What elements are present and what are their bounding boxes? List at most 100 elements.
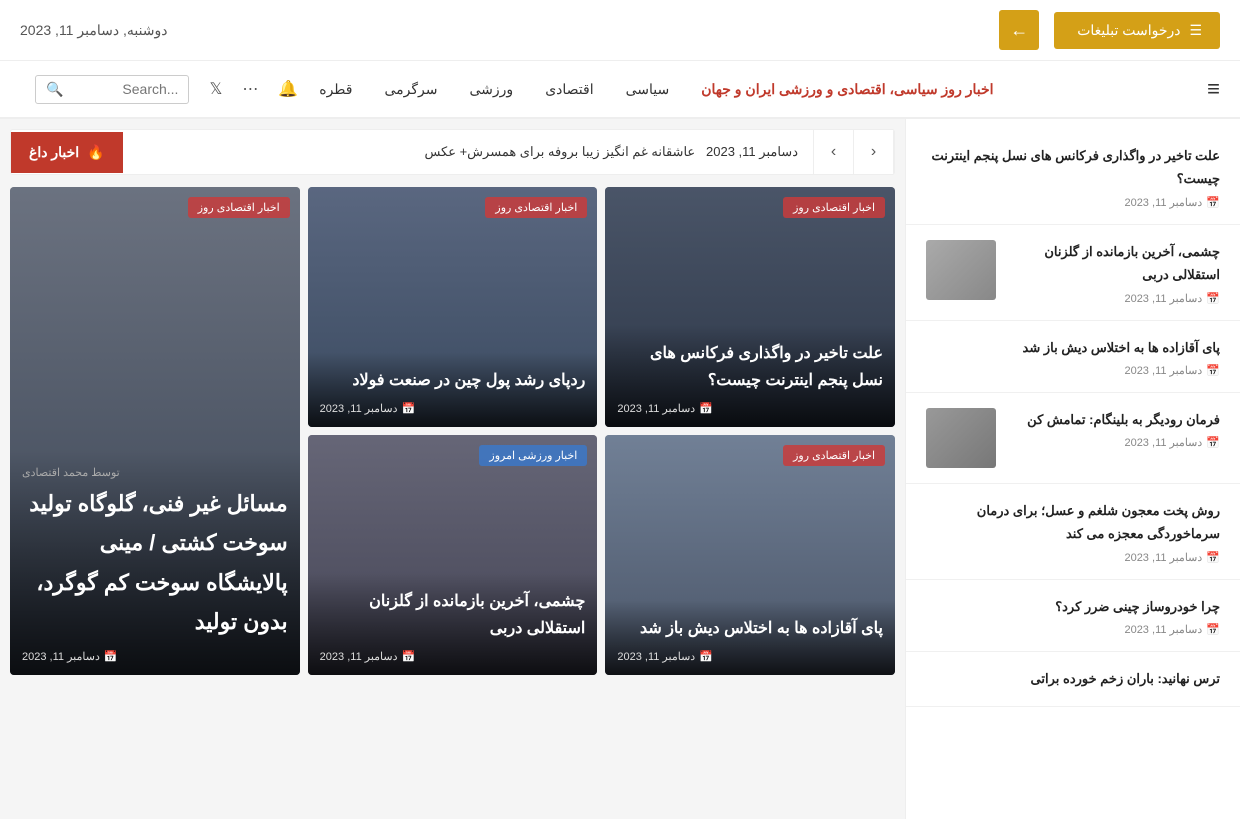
breaking-label-text: اخبار داغ (29, 144, 79, 161)
breaking-date: دسامبر 11, 2023 (706, 144, 798, 159)
card-date-5: 📅 دسامبر 11, 2023 (320, 650, 586, 663)
breaking-news-text: دسامبر 11, 2023 عاشقانه غم انگیز زیبا بر… (123, 132, 813, 172)
nav-link-politics[interactable]: سیاسی (610, 63, 686, 116)
sidebar-article-date: 📅 دسامبر 11, 2023 (1006, 436, 1220, 449)
sidebar-article-date: 📅 دسامبر 11, 2023 (1006, 292, 1220, 305)
card-title-1: علت تاخیر در واگذاری فرکانس های نسل پنجم… (617, 340, 883, 394)
search-button[interactable]: 🔍 (46, 81, 63, 98)
sidebar-article-title: علت تاخیر در واگذاری فرکانس های نسل پنجم… (926, 144, 1220, 191)
nav-link-entertainment[interactable]: سرگرمی (369, 63, 454, 116)
share-icon[interactable]: ⋯ (237, 71, 263, 107)
nav-links: اخبار روز سیاسی، اقتصادی و ورزشی ایران و… (303, 63, 1009, 116)
category-tag-1: اخبار اقتصادی روز (783, 197, 885, 218)
card-overlay-3: توسط محمد اقتصادی مسائل غیر فنی، گلوگاه … (10, 451, 300, 675)
bell-icon[interactable]: 🔔 (273, 71, 303, 107)
calendar-icon: 📅 (402, 650, 416, 663)
sidebar-article-title: پای آقازاده ها به اختلاس دیش باز شد (926, 336, 1220, 359)
sidebar-article-title: چرا خودروساز چینی ضرر کرد؟ (926, 595, 1220, 618)
calendar-icon: 📅 (1206, 292, 1220, 305)
card-date-4: 📅 دسامبر 11, 2023 (617, 650, 883, 663)
sidebar-article-content: علت تاخیر در واگذاری فرکانس های نسل پنجم… (926, 144, 1220, 209)
breaking-prev-button[interactable]: ‹ (853, 130, 893, 174)
card-overlay-4: پای آقازاده ها به اختلاس دیش باز شد 📅 دس… (605, 600, 895, 675)
card-title-4: پای آقازاده ها به اختلاس دیش باز شد (617, 615, 883, 642)
main-layout: علت تاخیر در واگذاری فرکانس های نسل پنجم… (0, 119, 1240, 819)
card-overlay-5: چشمی، آخرین بازمانده از گلزنان استقلالی … (308, 573, 598, 675)
top-bar: ☰ درخواست تبلیغات ← دوشنبه, دسامبر 11, 2… (0, 0, 1240, 61)
calendar-icon: 📅 (104, 650, 118, 663)
search-box: 🔍 (35, 75, 189, 104)
news-card-1[interactable]: اخبار اقتصادی روز علت تاخیر در واگذاری ف… (605, 187, 895, 427)
sidebar-article-date: 📅 دسامبر 11, 2023 (926, 551, 1220, 564)
card-title-2: ردپای رشد پول چین در صنعت فولاد (320, 367, 586, 394)
nav-link-drop[interactable]: قطره (303, 63, 368, 116)
card-author-3: توسط محمد اقتصادی (22, 466, 288, 479)
list-item[interactable]: چشمی، آخرین بازمانده از گلزنان استقلالی … (906, 225, 1240, 321)
sidebar-article-title: ترس نهانید: باران زخم خورده براتی (926, 667, 1220, 690)
news-card-4[interactable]: اخبار اقتصادی روز پای آقازاده ها به اختل… (605, 435, 895, 675)
calendar-icon: 📅 (1206, 364, 1220, 377)
article-thumbnail (926, 240, 996, 300)
brand-link[interactable]: اخبار روز سیاسی، اقتصادی و ورزشی ایران و… (685, 63, 1009, 116)
sidebar-article-content: چشمی، آخرین بازمانده از گلزنان استقلالی … (1006, 240, 1220, 305)
nav-icon-group: 🔔 ⋯ 𝕏 (204, 71, 303, 107)
sidebar-article-date: 📅 دسامبر 11, 2023 (926, 364, 1220, 377)
sidebar-article-date: 📅 دسامبر 11, 2023 (926, 623, 1220, 636)
calendar-icon: 📅 (699, 650, 713, 663)
search-input[interactable] (68, 81, 178, 97)
list-item[interactable]: فرمان رودیگر به بلینگام: تمامش کن 📅 دسام… (906, 393, 1240, 484)
sidebar-article-content: چرا خودروساز چینی ضرر کرد؟ 📅 دسامبر 11, … (926, 595, 1220, 636)
sidebar-article-title: روش پخت معجون شلغم و عسل؛ برای درمان سرم… (926, 499, 1220, 546)
arrow-icon: ← (1010, 20, 1028, 41)
ad-request-button[interactable]: ☰ درخواست تبلیغات (1054, 12, 1220, 49)
sidebar: علت تاخیر در واگذاری فرکانس های نسل پنجم… (905, 119, 1240, 819)
calendar-icon: 📅 (1206, 623, 1220, 636)
sidebar-article-content: پای آقازاده ها به اختلاس دیش باز شد 📅 دس… (926, 336, 1220, 377)
calendar-icon: 📅 (699, 402, 713, 415)
breaking-arrow-group: ‹ › (813, 130, 894, 174)
fire-icon: 🔥 (87, 144, 104, 161)
card-date-3: 📅 دسامبر 11, 2023 (22, 650, 288, 663)
card-date-1: 📅 دسامبر 11, 2023 (617, 402, 883, 415)
news-grid: اخبار اقتصادی روز علت تاخیر در واگذاری ف… (10, 187, 895, 675)
list-item[interactable]: روش پخت معجون شلغم و عسل؛ برای درمان سرم… (906, 484, 1240, 580)
news-card-2[interactable]: اخبار اقتصادی روز ردپای رشد پول چین در ص… (308, 187, 598, 427)
breaking-news-label: 🔥 اخبار داغ (11, 132, 123, 173)
card-title-3: مسائل غیر فنی، گلوگاه تولید سوخت کشتی / … (22, 484, 288, 642)
nav-bar: ≡ اخبار روز سیاسی، اقتصادی و ورزشی ایران… (0, 61, 1240, 119)
category-tag-4: اخبار اقتصادی روز (783, 445, 885, 466)
header-arrow-button[interactable]: ← (999, 10, 1039, 50)
twitter-icon[interactable]: 𝕏 (204, 71, 227, 107)
category-tag-5: اخبار ورزشی امروز (479, 445, 587, 466)
list-item[interactable]: ترس نهانید: باران زخم خورده براتی (906, 652, 1240, 706)
breaking-next-button[interactable]: › (813, 130, 853, 174)
nav-link-sports[interactable]: ورزشی (454, 63, 530, 116)
breaking-news-bar: ‹ › دسامبر 11, 2023 عاشقانه غم انگیز زیب… (10, 129, 895, 175)
date-display: دوشنبه, دسامبر 11, 2023 (20, 22, 168, 39)
category-tag-3: اخبار اقتصادی روز (188, 197, 290, 218)
card-overlay-2: ردپای رشد پول چین در صنعت فولاد 📅 دسامبر… (308, 352, 598, 427)
sidebar-article-content: روش پخت معجون شلغم و عسل؛ برای درمان سرم… (926, 499, 1220, 564)
calendar-icon: 📅 (1206, 196, 1220, 209)
hamburger-menu-icon[interactable]: ≡ (1197, 61, 1220, 117)
category-tag-2: اخبار اقتصادی روز (485, 197, 587, 218)
card-title-5: چشمی، آخرین بازمانده از گلزنان استقلالی … (320, 588, 586, 642)
news-card-3-large[interactable]: اخبار اقتصادی روز توسط محمد اقتصادی مسائ… (10, 187, 300, 675)
calendar-icon: 📅 (402, 402, 416, 415)
sidebar-article-content: ترس نهانید: باران زخم خورده براتی (926, 667, 1220, 690)
ad-button-icon: ☰ (1189, 22, 1202, 38)
list-item[interactable]: پای آقازاده ها به اختلاس دیش باز شد 📅 دس… (906, 321, 1240, 393)
list-item[interactable]: علت تاخیر در واگذاری فرکانس های نسل پنجم… (906, 129, 1240, 225)
calendar-icon: 📅 (1206, 551, 1220, 564)
article-thumbnail (926, 408, 996, 468)
sidebar-article-title: چشمی، آخرین بازمانده از گلزنان استقلالی … (1006, 240, 1220, 287)
nav-link-economic[interactable]: اقتصادی (529, 63, 609, 116)
calendar-icon: 📅 (1206, 436, 1220, 449)
sidebar-article-content: فرمان رودیگر به بلینگام: تمامش کن 📅 دسام… (1006, 408, 1220, 449)
card-overlay-1: علت تاخیر در واگذاری فرکانس های نسل پنجم… (605, 325, 895, 427)
ad-button-label: درخواست تبلیغات (1077, 22, 1180, 38)
news-card-5[interactable]: اخبار ورزشی امروز چشمی، آخرین بازمانده ا… (308, 435, 598, 675)
list-item[interactable]: چرا خودروساز چینی ضرر کرد؟ 📅 دسامبر 11, … (906, 580, 1240, 652)
breaking-headline: عاشقانه غم انگیز زیبا بروفه برای همسرش+ … (424, 144, 695, 159)
content-area: ‹ › دسامبر 11, 2023 عاشقانه غم انگیز زیب… (0, 119, 905, 819)
